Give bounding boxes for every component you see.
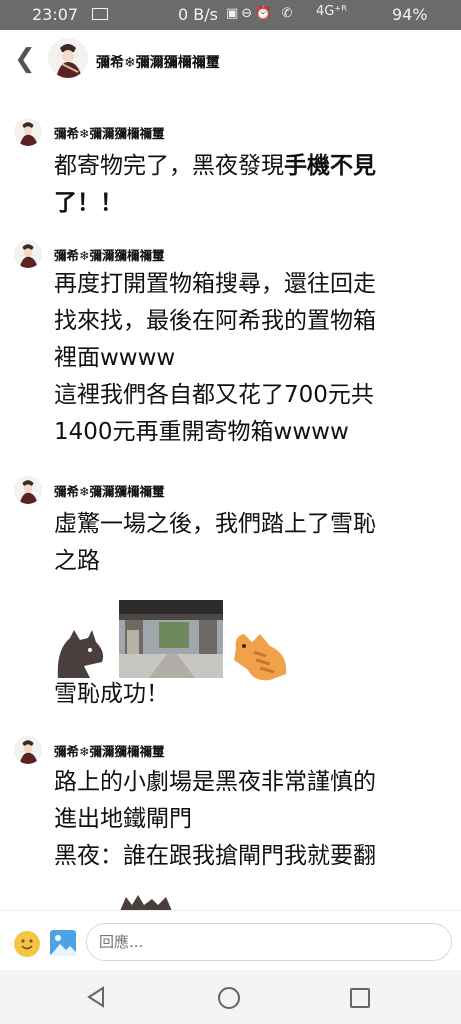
system-nav-bar: [0, 970, 461, 1024]
system-icons: ▣⊖⏰ ✆: [226, 6, 296, 21]
post-text-line: 進出地鐵閘門: [54, 806, 192, 832]
post-text: 都寄物完了，黑夜發現手機不見 了！！: [54, 148, 449, 222]
emoji-icon[interactable]: [14, 931, 40, 957]
thread-header: ❮ 彌希❄彌濔獼檷禰璽: [0, 30, 461, 92]
post-text-line: 虛驚一場之後，我們踏上了雪恥: [54, 511, 376, 537]
image-icon[interactable]: [50, 930, 76, 956]
sticker-row: [54, 600, 314, 682]
status-time: 23:07: [32, 5, 79, 24]
post-text: 虛驚一場之後，我們踏上了雪恥 之路: [54, 506, 449, 580]
mail-icon: [92, 8, 108, 20]
reply-bar: [0, 910, 461, 971]
battery-level: 94%: [392, 5, 428, 24]
nav-back-icon[interactable]: [86, 986, 106, 1008]
post-text-bold: 了！！: [54, 190, 123, 216]
post-text-line: 都寄物完了，黑夜發現: [54, 153, 284, 179]
reply-input[interactable]: [86, 923, 452, 961]
thread-author-name[interactable]: 彌希❄彌濔獼檷禰璽: [96, 52, 220, 72]
avatar[interactable]: [14, 118, 42, 146]
post-text-line: 路上的小劇場是黑夜非常謹慎的: [54, 769, 376, 795]
status-bar: 23:07 0 B/s ▣⊖⏰ ✆ 4G⁺ᴿ 94%: [0, 0, 461, 30]
post-text: 路上的小劇場是黑夜非常謹慎的 進出地鐵閘門 黑夜：誰在跟我搶閘門我就要翻: [54, 764, 449, 875]
temple-gate-photo[interactable]: [119, 600, 223, 678]
avatar[interactable]: [48, 38, 88, 78]
post-text-line: 這裡我們各自都又花了700元共: [54, 382, 374, 408]
post-text: 再度打開置物箱搜尋，還往回走 找來找，最後在阿希我的置物箱 裡面wwww 這裡我…: [54, 266, 449, 451]
avatar[interactable]: [14, 736, 42, 764]
orange-cat-sticker[interactable]: [230, 628, 294, 682]
back-icon[interactable]: ❮: [14, 46, 36, 72]
post-author-name[interactable]: 彌希❄彌濔獼檷禰璽: [54, 481, 164, 500]
post-text-line: 找來找，最後在阿希我的置物箱: [54, 308, 376, 334]
post-text-line: 1400元再重開寄物箱wwww: [54, 419, 349, 445]
post-text-line: 裡面wwww: [54, 345, 176, 371]
post-text-bold: 手機不見: [284, 153, 376, 179]
post-author-name[interactable]: 彌希❄彌濔獼檷禰璽: [54, 245, 164, 264]
post-author-name[interactable]: 彌希❄彌濔獼檷禰璽: [54, 123, 164, 142]
avatar[interactable]: [14, 476, 42, 504]
post-text-line: 再度打開置物箱搜尋，還往回走: [54, 271, 376, 297]
nav-recent-icon[interactable]: [350, 988, 370, 1008]
avatar[interactable]: [14, 240, 42, 268]
partial-sticker: [120, 895, 172, 911]
black-cat-sticker[interactable]: [54, 628, 114, 680]
network-speed: 0 B/s: [178, 5, 218, 24]
signal-indicator: 4G⁺ᴿ: [316, 4, 347, 19]
post-text-line: 之路: [54, 548, 100, 574]
post-author-name[interactable]: 彌希❄彌濔獼檷禰璽: [54, 741, 164, 760]
nav-home-icon[interactable]: [218, 987, 240, 1009]
post-text-line: 黑夜：誰在跟我搶閘門我就要翻: [54, 843, 376, 869]
